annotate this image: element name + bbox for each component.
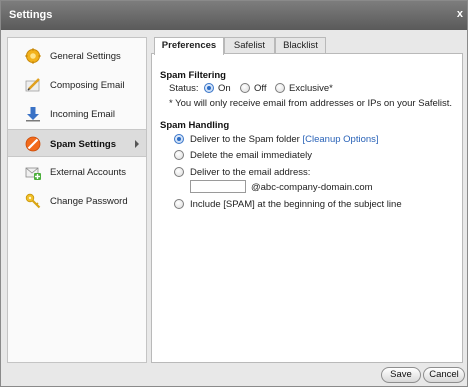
delete-immediately-label: Delete the email immediately	[190, 150, 312, 161]
deliver-to-address-radio[interactable]	[174, 167, 184, 177]
spam-filtering-heading: Spam Filtering	[160, 70, 226, 81]
key-icon	[25, 193, 41, 209]
status-exclusive-label: Exclusive*	[289, 83, 333, 94]
chevron-right-icon	[135, 140, 139, 148]
save-button[interactable]: Save	[381, 367, 421, 383]
deliver-to-address-label: Deliver to the email address:	[190, 167, 311, 178]
deliver-spam-folder-label: Deliver to the Spam folder [Cleanup Opti…	[190, 134, 379, 145]
sidebar-item-label: Composing Email	[50, 80, 125, 91]
safelist-note: * You will only receive email from addre…	[169, 98, 453, 109]
delete-immediately-radio[interactable]	[174, 150, 184, 160]
no-entry-icon	[25, 136, 41, 152]
status-exclusive-radio[interactable]	[275, 83, 285, 93]
sidebar-item-label: Change Password	[50, 196, 128, 207]
sidebar-item-label: Spam Settings	[50, 139, 116, 150]
sidebar-item-label: General Settings	[50, 51, 121, 62]
cancel-button[interactable]: Cancel	[423, 367, 465, 383]
window-title: Settings	[9, 9, 53, 21]
sidebar-item-composing-email[interactable]: Composing Email	[8, 71, 146, 99]
tab-preferences[interactable]: Preferences	[154, 37, 224, 55]
title-bar: Settings x	[1, 1, 467, 30]
sidebar-item-external-accounts[interactable]: External Accounts	[8, 158, 146, 186]
close-icon[interactable]: x	[457, 8, 463, 20]
cleanup-options-link[interactable]: [Cleanup Options]	[302, 134, 378, 145]
sidebar-item-general-settings[interactable]: General Settings	[8, 42, 146, 70]
sidebar-item-change-password[interactable]: Change Password	[8, 187, 146, 215]
sidebar-item-label: External Accounts	[50, 167, 127, 178]
spam-handling-heading: Spam Handling	[160, 120, 230, 131]
pencil-icon	[25, 78, 40, 92]
settings-sidebar: General Settings Composing Email Incomin…	[7, 37, 147, 363]
mail-add-icon	[25, 167, 41, 180]
status-on-label: On	[218, 83, 231, 94]
include-spam-tag-radio[interactable]	[174, 199, 184, 209]
status-on-radio[interactable]	[204, 83, 214, 93]
domain-suffix: @abc-company-domain.com	[251, 182, 373, 193]
tab-blacklist[interactable]: Blacklist	[275, 37, 326, 54]
settings-window: Settings x General Settings Composing Em…	[0, 0, 468, 387]
download-arrow-icon	[26, 107, 40, 122]
include-spam-tag-label: Include [SPAM] at the beginning of the s…	[190, 199, 402, 210]
tab-safelist[interactable]: Safelist	[224, 37, 275, 54]
status-label: Status:	[169, 83, 199, 94]
gear-icon	[25, 48, 41, 64]
deliver-spam-folder-radio[interactable]	[174, 134, 184, 144]
status-off-label: Off	[254, 83, 267, 94]
status-off-radio[interactable]	[240, 83, 250, 93]
sidebar-item-label: Incoming Email	[50, 109, 115, 120]
sidebar-item-spam-settings[interactable]: Spam Settings	[8, 129, 146, 157]
sidebar-item-incoming-email[interactable]: Incoming Email	[8, 100, 146, 128]
spam-address-input[interactable]	[190, 180, 246, 193]
